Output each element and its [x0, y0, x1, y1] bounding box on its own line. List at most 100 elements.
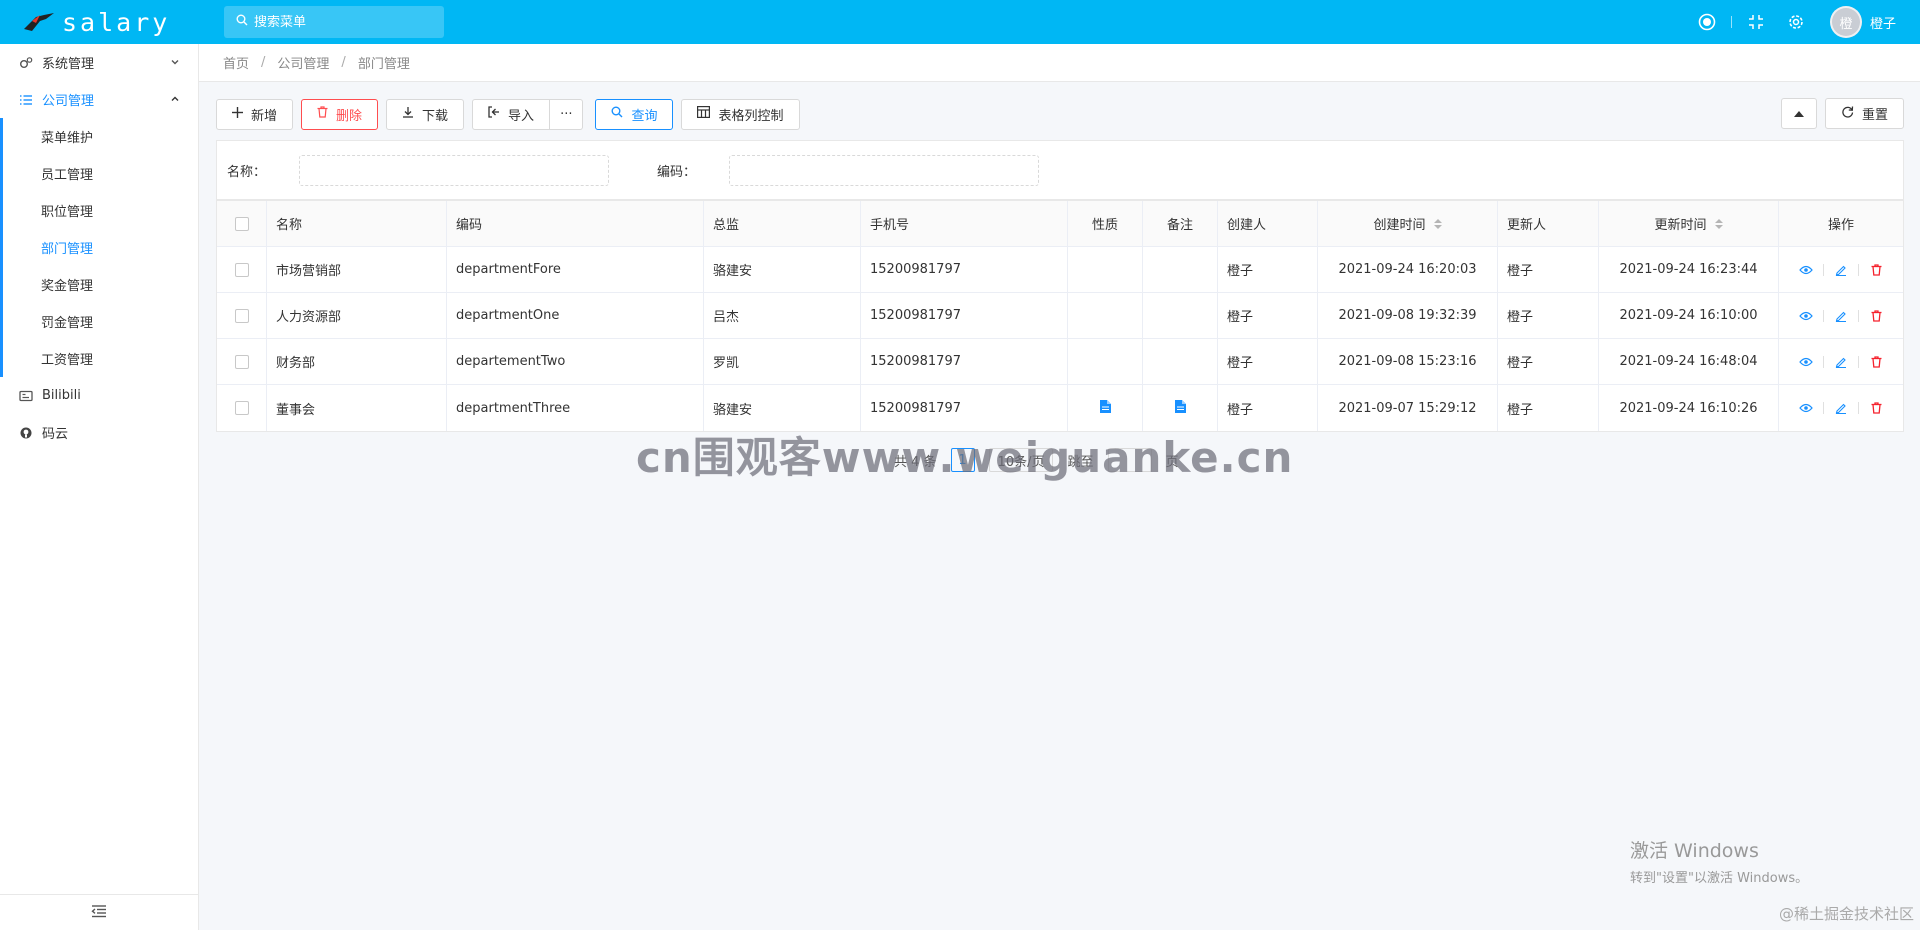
table-row[interactable]: 市场营销部 departmentFore 骆建安 15200981797 橙子 2021-…	[217, 247, 1903, 293]
app-logo[interactable]: salary	[0, 0, 199, 44]
breadcrumb-separator: /	[261, 55, 266, 70]
cell-director: 吕杰	[704, 293, 861, 338]
menu-search-box[interactable]	[224, 6, 444, 38]
table-body: 市场营销部 departmentFore 骆建安 15200981797 橙子 2021-…	[217, 247, 1903, 431]
row-select-cell	[217, 293, 267, 338]
download-button-label: 下载	[422, 108, 449, 124]
row-checkbox[interactable]	[234, 262, 249, 277]
download-button[interactable]: 下载	[386, 98, 465, 130]
view-icon[interactable]	[1789, 403, 1823, 413]
site-watermark: cn围观客www.weiguanke.cn	[636, 433, 1294, 482]
sidebar-item-position[interactable]: 职位管理	[3, 192, 198, 229]
column-header-name[interactable]: 名称	[267, 201, 447, 246]
gears-icon	[18, 56, 34, 70]
code-filter-input[interactable]	[729, 154, 1039, 186]
settings-gear-icon[interactable]	[1776, 0, 1816, 44]
search-icon	[611, 106, 623, 122]
table-row[interactable]: 财务部 departementTwo 罗凯 15200981797 橙子 2021-09-…	[217, 339, 1903, 385]
cell-actions	[1779, 385, 1903, 431]
column-control-label: 表格列控制	[718, 108, 784, 124]
bilibili-icon	[18, 390, 34, 402]
breadcrumb-company[interactable]: 公司管理	[277, 53, 329, 72]
document-icon[interactable]	[1099, 399, 1111, 417]
search-filter-panel: 名称： 编码：	[216, 140, 1904, 200]
row-checkbox[interactable]	[234, 354, 249, 369]
select-all-checkbox[interactable]	[234, 216, 249, 231]
view-icon[interactable]	[1789, 357, 1823, 367]
edit-icon[interactable]	[1824, 402, 1858, 414]
sidebar-item-label: Bilibili	[42, 388, 81, 403]
record-icon[interactable]	[1687, 0, 1727, 44]
import-button-label: 导入	[508, 108, 535, 124]
breadcrumb-separator: /	[341, 55, 346, 70]
logo-bird-icon	[22, 11, 56, 33]
column-header-updater[interactable]: 更新人	[1498, 201, 1599, 246]
delete-icon[interactable]	[1859, 309, 1893, 322]
sidebar-item-company[interactable]: 公司管理	[0, 81, 198, 118]
fullscreen-icon[interactable]	[1736, 0, 1776, 44]
juejin-watermark: @稀土掘金技术社区	[1778, 905, 1914, 923]
sidebar-item-menu-maintenance[interactable]: 菜单维护	[3, 118, 198, 155]
sidebar-item-gitee[interactable]: 码云	[0, 414, 198, 451]
column-header-remark[interactable]: 备注	[1143, 201, 1218, 246]
row-select-cell	[217, 339, 267, 384]
sidebar-item-bilibili[interactable]: Bilibili	[0, 377, 198, 414]
column-header-director[interactable]: 总监	[704, 201, 861, 246]
delete-icon[interactable]	[1859, 355, 1893, 368]
sidebar-item-bonus[interactable]: 奖金管理	[3, 266, 198, 303]
cell-remark	[1143, 339, 1218, 384]
sort-icon[interactable]	[1714, 218, 1723, 229]
edit-icon[interactable]	[1824, 356, 1858, 368]
sidebar-item-penalty[interactable]: 罚金管理	[3, 303, 198, 340]
column-header-phone[interactable]: 手机号	[861, 201, 1068, 246]
sidebar-item-system[interactable]: 系统管理	[0, 44, 198, 81]
sidebar-collapse-button[interactable]	[0, 894, 198, 930]
view-icon[interactable]	[1789, 265, 1823, 275]
user-menu[interactable]: 橙 橙子	[1816, 6, 1920, 38]
query-button[interactable]: 查询	[595, 98, 674, 130]
sidebar-item-salary[interactable]: 工资管理	[3, 340, 198, 377]
document-icon[interactable]	[1174, 399, 1186, 417]
breadcrumb-home[interactable]: 首页	[223, 53, 249, 72]
import-more-button[interactable]: ···	[550, 98, 584, 130]
cell-name: 人力资源部	[267, 293, 447, 338]
add-button[interactable]: 新增	[216, 98, 294, 130]
collapse-filter-button[interactable]	[1780, 98, 1817, 129]
query-button-label: 查询	[631, 108, 658, 124]
search-input[interactable]	[254, 14, 434, 30]
import-button[interactable]: 导入	[472, 98, 551, 130]
edit-icon[interactable]	[1824, 310, 1858, 322]
activation-subtitle: 转到"设置"以激活 Windows。	[1630, 871, 1809, 886]
table-row[interactable]: 人力资源部 departmentOne 吕杰 15200981797 橙子 2021-09…	[217, 293, 1903, 339]
column-header-label: 更新时间	[1654, 218, 1707, 233]
cell-remark	[1143, 293, 1218, 338]
delete-button[interactable]: 删除	[301, 98, 379, 130]
trash-icon	[317, 106, 328, 122]
logo-text: salary	[62, 7, 171, 37]
delete-icon[interactable]	[1859, 402, 1893, 414]
view-icon[interactable]	[1789, 311, 1823, 321]
sidebar: 系统管理 公司管理 菜单维护 员工管理 职位管理 部门管理 奖金管理 罚金管理 …	[0, 44, 199, 930]
column-header-nature[interactable]: 性质	[1068, 201, 1143, 246]
sort-icon[interactable]	[1433, 218, 1442, 229]
activation-title: 激活 Windows	[1630, 840, 1759, 862]
sidebar-item-label: 系统管理	[42, 57, 95, 72]
collapse-menu-icon	[91, 904, 107, 922]
cell-created-time: 2021-09-08 19:32:39	[1318, 293, 1498, 338]
column-header-created-time[interactable]: 创建时间	[1318, 201, 1498, 246]
cell-created-time: 2021-09-07 15:29:12	[1318, 385, 1498, 431]
edit-icon[interactable]	[1824, 264, 1858, 276]
column-control-button[interactable]: 表格列控制	[681, 98, 800, 130]
delete-icon[interactable]	[1859, 263, 1893, 276]
row-checkbox[interactable]	[234, 308, 249, 323]
column-header-code[interactable]: 编码	[447, 201, 704, 246]
sidebar-item-department[interactable]: 部门管理	[3, 229, 198, 266]
name-filter-input[interactable]	[299, 154, 609, 186]
reset-button[interactable]: 重置	[1824, 98, 1904, 129]
row-checkbox[interactable]	[234, 401, 249, 415]
column-header-creator[interactable]: 创建人	[1218, 201, 1318, 246]
column-header-updated-time[interactable]: 更新时间	[1599, 201, 1779, 246]
sidebar-item-employee[interactable]: 员工管理	[3, 155, 198, 192]
cell-updater: 橙子	[1498, 293, 1599, 338]
sidebar-item-label: 公司管理	[42, 94, 95, 109]
